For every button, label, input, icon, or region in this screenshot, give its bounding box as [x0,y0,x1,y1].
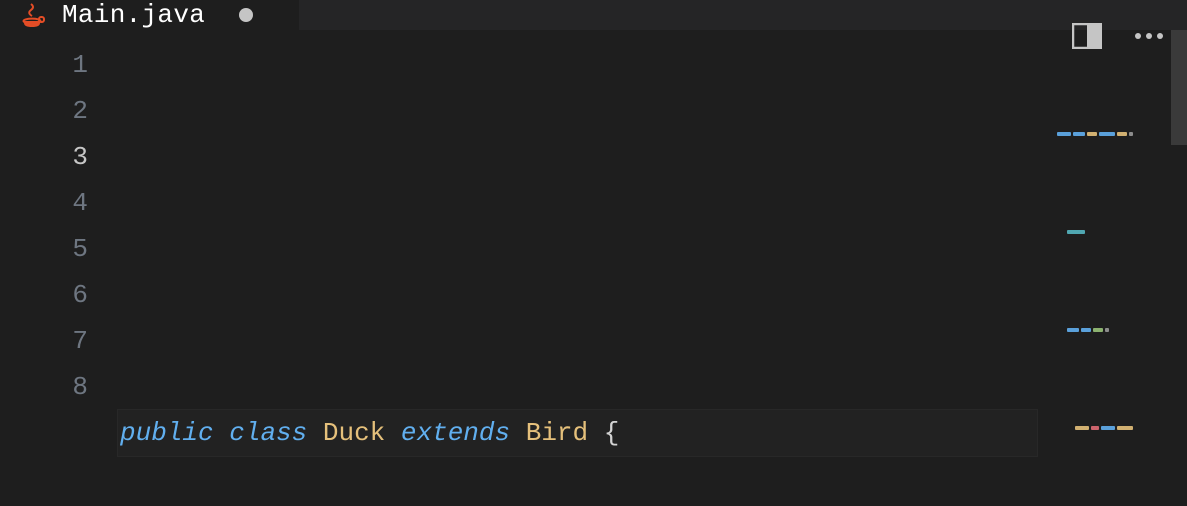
java-file-icon [18,1,46,29]
unsaved-indicator-icon [239,8,253,22]
editor-body[interactable]: 1 2 3 4 5 6 7 8 public class Duck extend… [0,30,1187,506]
keyword: public [120,418,214,448]
code-line[interactable] [120,272,1187,318]
scrollbar-thumb[interactable] [1171,30,1187,145]
scrollbar-track[interactable] [1171,30,1187,506]
tab-bar: Main.java [0,0,1187,30]
keyword: class [229,418,307,448]
brace: { [604,418,620,448]
minimap[interactable] [1057,40,1167,82]
line-number: 4 [0,180,88,226]
file-tab[interactable]: Main.java [0,0,300,30]
line-number: 3 [0,134,88,180]
code-editor: Main.java 1 2 3 4 [0,0,1187,506]
line-number: 7 [0,318,88,364]
line-number: 1 [0,42,88,88]
line-number: 8 [0,364,88,410]
class-name: Bird [526,418,588,448]
line-number: 6 [0,272,88,318]
class-name: Duck [323,418,385,448]
code-line[interactable]: public class Duck extends Bird { [118,410,1037,456]
line-number-gutter: 1 2 3 4 5 6 7 8 [0,30,120,506]
line-number: 2 [0,88,88,134]
tab-filename: Main.java [62,0,205,30]
code-line[interactable] [120,134,1187,180]
keyword: extends [401,418,510,448]
line-number: 5 [0,226,88,272]
code-area[interactable]: public class Duck extends Bird { @Overri… [120,30,1187,506]
